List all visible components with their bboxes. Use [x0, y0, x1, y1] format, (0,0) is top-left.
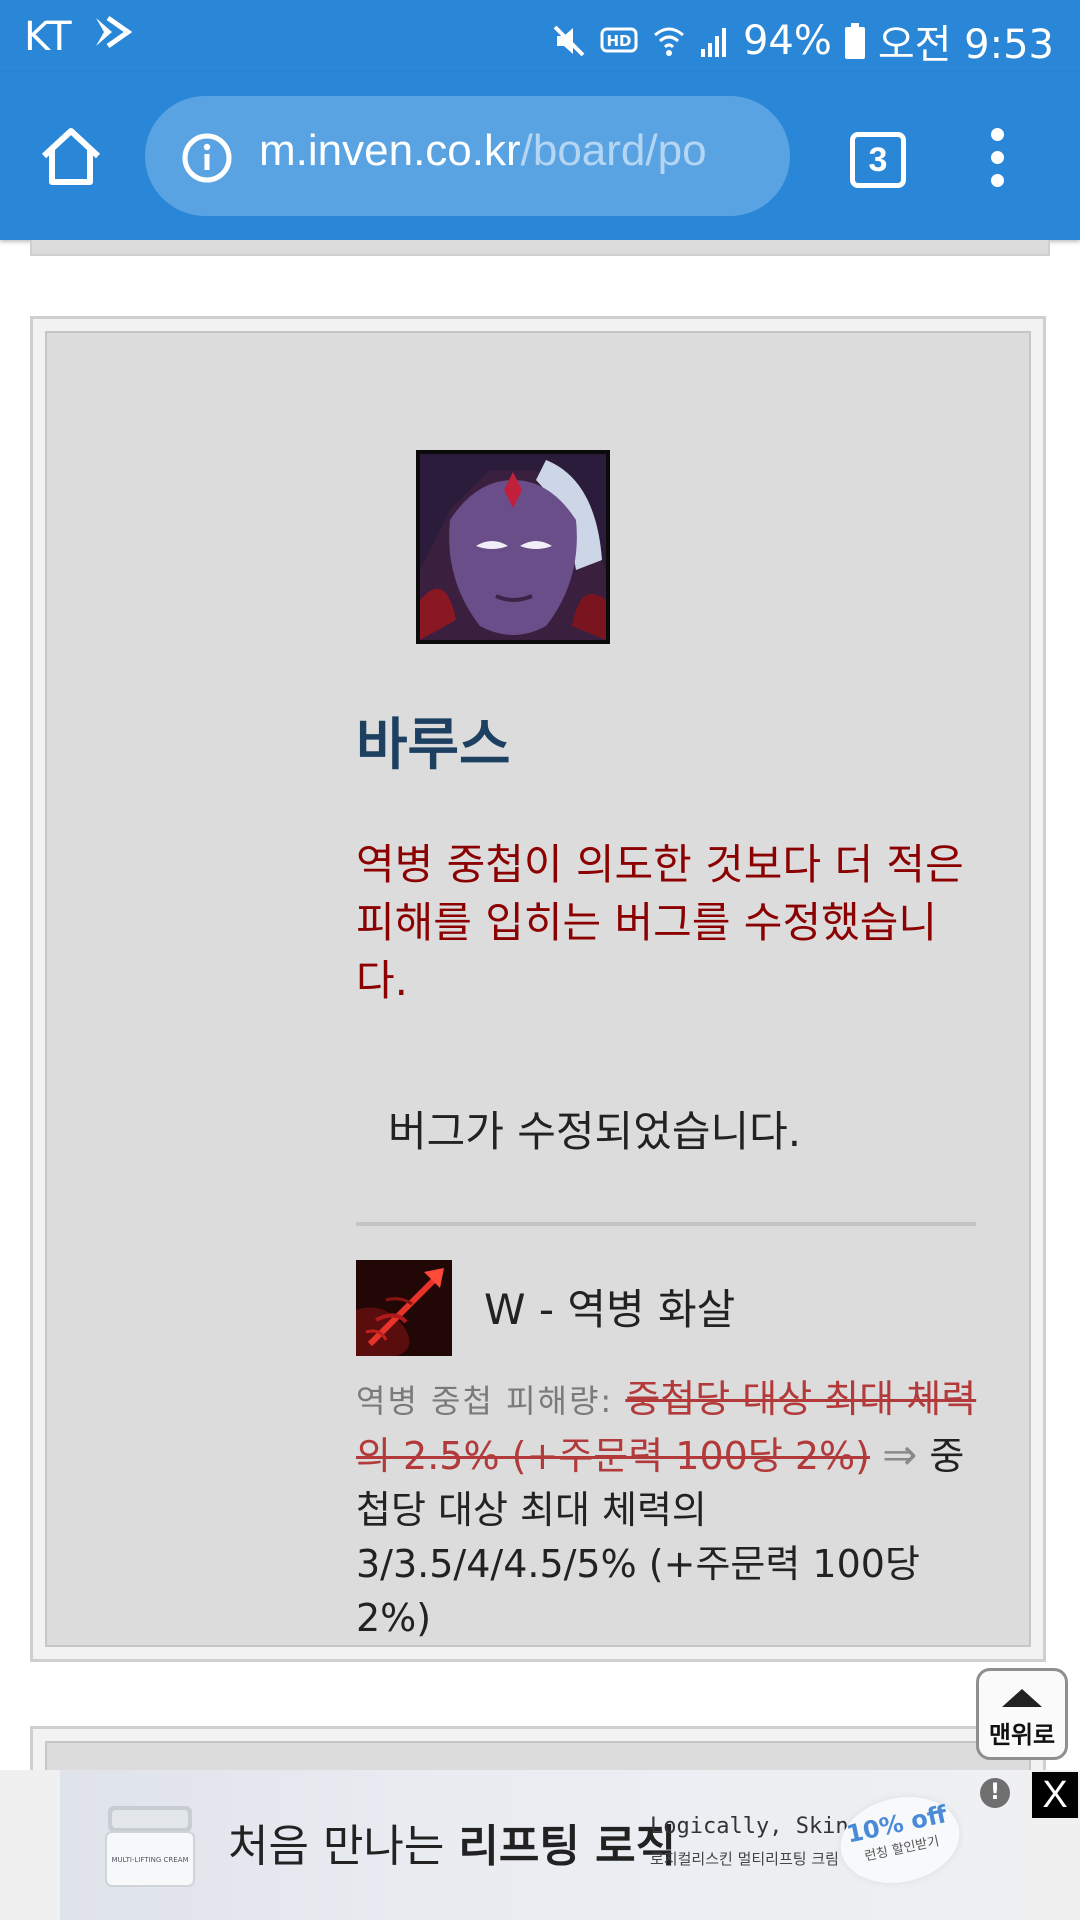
- mute-icon: [553, 25, 585, 57]
- url-host: m.inven.co.kr: [259, 126, 521, 175]
- notification-icon: [96, 15, 132, 49]
- hd-voice-icon: HD: [600, 27, 638, 53]
- battery-icon: [844, 23, 865, 59]
- ad-container: MULTI-LIFTING CREAM 처음 만나는 리프팅 로직 Logica…: [0, 1770, 1080, 1920]
- previous-card-edge: [30, 240, 1050, 256]
- clock: 오전 9:53: [877, 22, 1054, 68]
- wifi-icon: [653, 27, 684, 56]
- ad-subline: 로지컬리스킨 멀티리프팅 크림: [650, 1850, 839, 1868]
- ad-tagline: Logically, Skin: [650, 1814, 849, 1839]
- address-bar[interactable]: m.inven.co.kr/board/po: [145, 96, 790, 216]
- ad-headline-normal: 처음 만나는: [228, 1821, 459, 1872]
- ad-headline-bold: 리프팅 로직: [458, 1821, 677, 1872]
- context-note: 버그가 수정되었습니다.: [388, 1107, 802, 1156]
- svg-text:HD: HD: [606, 32, 631, 50]
- change-description: 역병 중첩이 의도한 것보다 더 적은 피해를 입히는 버그를 수정했습니다.: [356, 840, 964, 1005]
- divider: [356, 1222, 976, 1226]
- home-icon[interactable]: [36, 122, 106, 192]
- cream-jar-image: MULTI-LIFTING CREAM: [105, 1806, 195, 1887]
- ad-info-icon[interactable]: !: [980, 1778, 1010, 1808]
- ad-close-button[interactable]: X: [1032, 1772, 1078, 1818]
- tab-switcher-button[interactable]: 3: [850, 132, 906, 188]
- ad-banner[interactable]: MULTI-LIFTING CREAM 처음 만나는 리프팅 로직 Logica…: [60, 1770, 1020, 1920]
- champion-portrait: [416, 450, 610, 644]
- status-bar: KT HD 94% 오전 9:53: [0, 0, 1080, 72]
- ad-headline: 처음 만나는 리프팅 로직: [228, 1810, 676, 1874]
- champion-name: 바루스: [356, 713, 511, 778]
- carrier-label: KT: [24, 14, 72, 60]
- stat-label: 역병 중첩 피해량:: [356, 1382, 614, 1420]
- stat-change: 역병 중첩 피해량: 중첩당 대상 최대 체력의 2.5% (+주문력 100당…: [356, 1372, 996, 1645]
- ability-icon-blighted-quiver: [356, 1260, 452, 1356]
- overflow-menu-icon[interactable]: [985, 128, 1009, 188]
- arrow-icon: ⇒: [882, 1430, 918, 1479]
- info-icon[interactable]: [181, 132, 233, 184]
- up-arrow-icon: [1002, 1689, 1042, 1707]
- jar-label: MULTI-LIFTING CREAM: [111, 1856, 188, 1864]
- back-to-top-label: 맨위로: [988, 1721, 1056, 1749]
- url-path: /board/po: [520, 126, 707, 175]
- ad-coupon[interactable]: 10% off 런칭 할인받기: [832, 1786, 968, 1894]
- battery-percent: 94%: [742, 18, 832, 64]
- ability-name: W - 역병 화살: [484, 1285, 736, 1334]
- back-to-top-button[interactable]: 맨위로: [976, 1668, 1068, 1760]
- browser-toolbar: m.inven.co.kr/board/po 3: [0, 72, 1080, 240]
- url-text[interactable]: m.inven.co.kr/board/po: [259, 126, 707, 176]
- signal-icon: [700, 28, 726, 57]
